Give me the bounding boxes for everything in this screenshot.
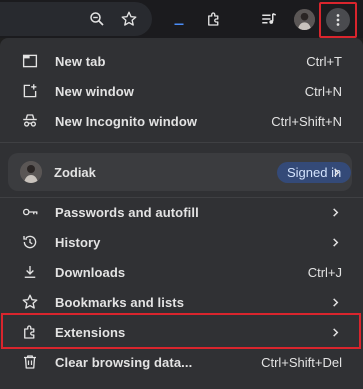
menu-divider [0, 142, 363, 143]
menu-item-clear-browsing-data[interactable]: Clear browsing data... Ctrl+Shift+Del [0, 347, 363, 377]
shortcut: Ctrl+T [306, 53, 342, 69]
bookmark-star-icon[interactable] [116, 5, 142, 33]
menu-item-label: Downloads [55, 264, 126, 280]
shortcut: Ctrl+J [307, 264, 342, 280]
chevron-right-icon [329, 206, 341, 218]
shortcut: Ctrl+Shift+N [271, 113, 342, 129]
shortcut: Ctrl+N [304, 83, 342, 99]
menu-item-label: New window [55, 83, 134, 99]
star-icon [20, 292, 40, 312]
profile-card[interactable]: Zodiak Signed in [8, 153, 352, 191]
download-icon [20, 262, 40, 282]
incognito-icon [20, 111, 40, 131]
menu-item-downloads[interactable]: Downloads Ctrl+J [0, 257, 363, 287]
menu-item-label: History [55, 234, 101, 250]
more-menu-button[interactable] [319, 2, 357, 38]
menu-item-history[interactable]: History [0, 227, 363, 257]
puzzle-icon[interactable] [201, 5, 227, 33]
more-menu-icon [326, 8, 350, 32]
profile-card-avatar [20, 161, 42, 183]
new-tab-icon [20, 51, 40, 71]
menu-item-label: Bookmarks and lists [55, 294, 185, 310]
chevron-right-icon [329, 296, 341, 308]
chevron-right-icon [329, 236, 341, 248]
new-window-icon [20, 81, 40, 101]
menu-item-label: Passwords and autofill [55, 204, 199, 220]
menu-item-new-incognito[interactable]: New Incognito window Ctrl+Shift+N [0, 106, 363, 136]
menu-item-label: New Incognito window [55, 113, 198, 129]
extension-pin-icon[interactable] [166, 5, 192, 33]
menu-item-new-tab[interactable]: New tab Ctrl+T [0, 46, 363, 76]
omnibox[interactable] [0, 2, 152, 36]
menu-item-label: New tab [55, 53, 106, 69]
chevron-right-icon [330, 166, 342, 178]
media-queue-icon[interactable] [256, 5, 282, 33]
profile-avatar[interactable] [294, 9, 315, 30]
trash-icon [20, 352, 40, 372]
history-icon [20, 232, 40, 252]
menu-item-passwords[interactable]: Passwords and autofill [0, 197, 363, 227]
key-icon [20, 202, 40, 222]
shortcut: Ctrl+Shift+Del [261, 354, 342, 370]
profile-name: Zodiak [54, 165, 96, 180]
extensions-highlight-box [1, 313, 361, 349]
browser-toolbar [0, 0, 363, 38]
zoom-icon[interactable] [84, 5, 110, 33]
menu-item-label: Clear browsing data... [55, 354, 193, 370]
menu-item-new-window[interactable]: New window Ctrl+N [0, 76, 363, 106]
